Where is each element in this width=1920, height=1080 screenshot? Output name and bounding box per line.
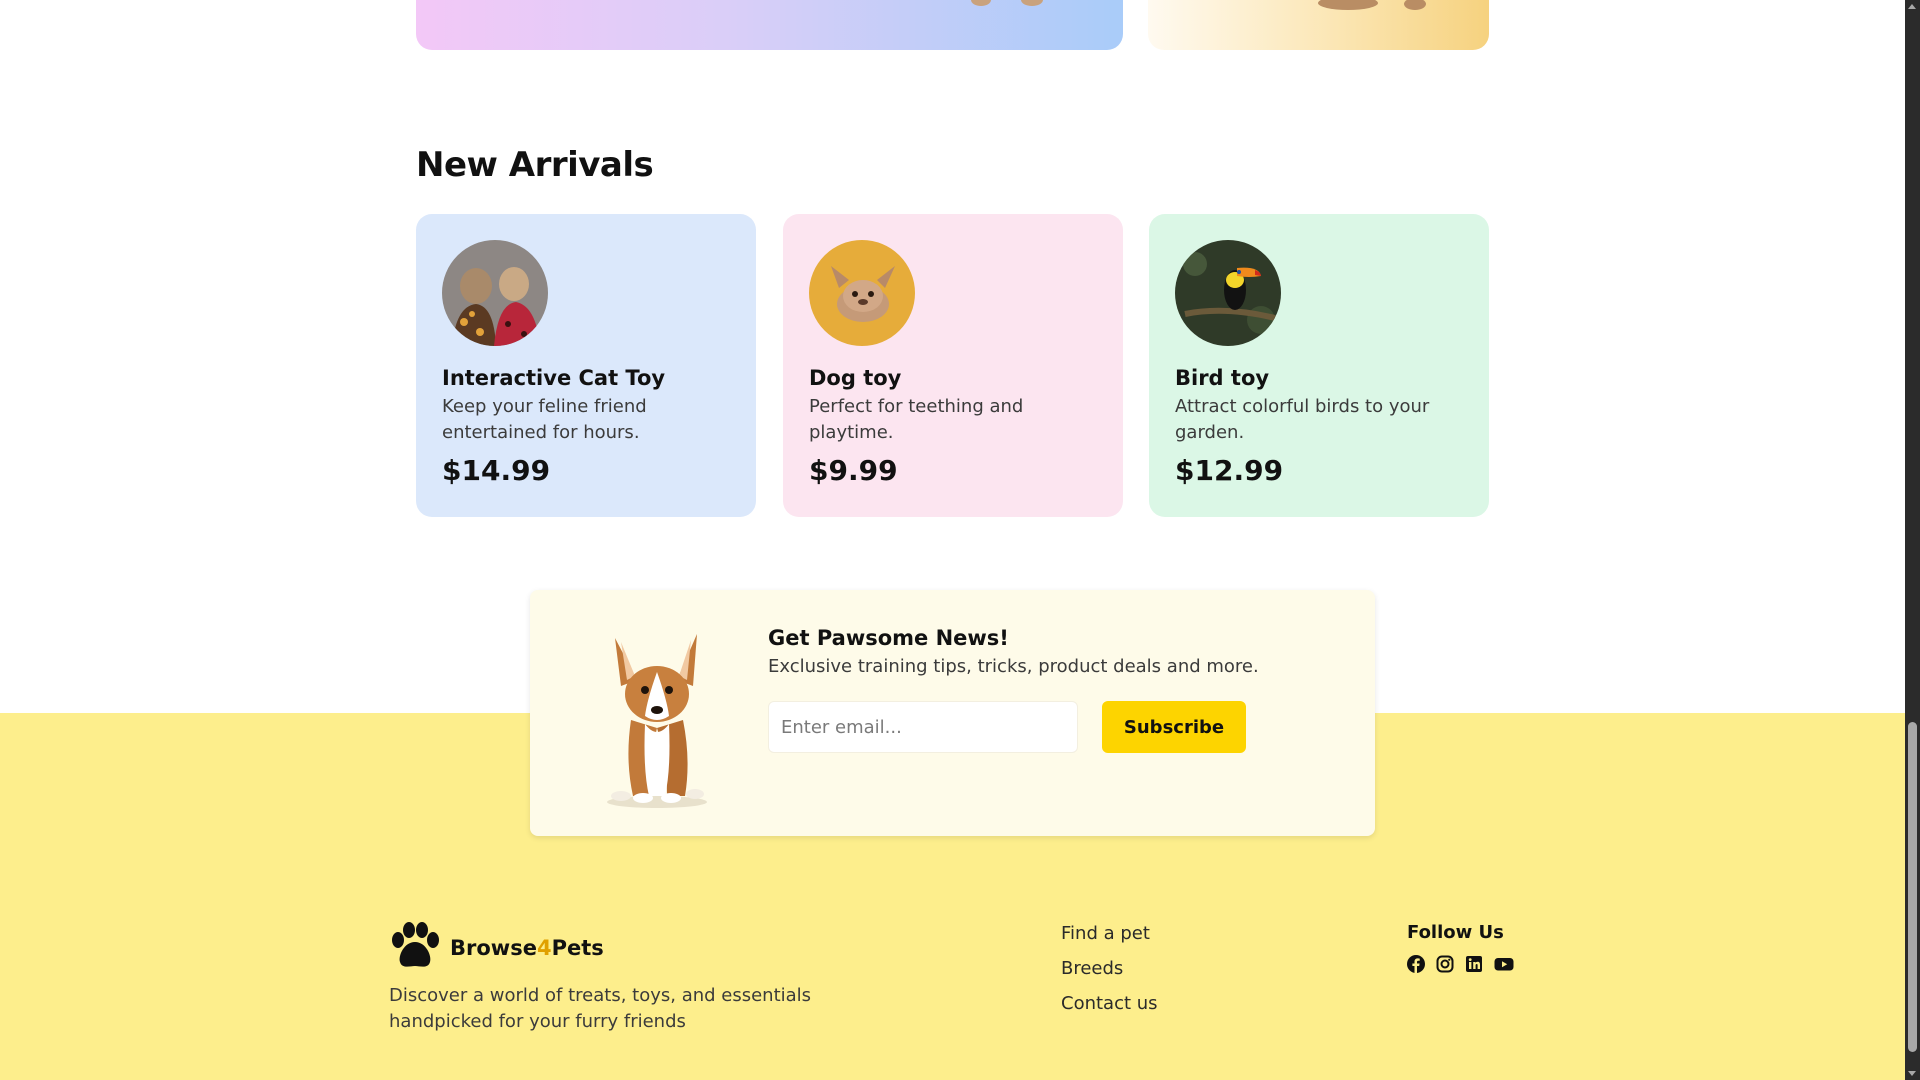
youtube-icon[interactable] [1494,955,1514,973]
paw-icon [388,922,442,974]
follow-us: Follow Us [1407,922,1514,973]
product-price: $12.99 [1175,454,1284,487]
follow-us-heading: Follow Us [1407,922,1504,943]
product-price: $14.99 [442,454,551,487]
newsletter-box: Get Pawsome News! Exclusive training tip… [530,590,1375,836]
pet-image-fragment [1404,0,1426,10]
product-image-dog-toy [809,240,915,346]
subscribe-button[interactable]: Subscribe [1102,701,1246,753]
promo-banner-left[interactable] [416,0,1123,50]
newsletter-subtitle: Exclusive training tips, tricks, product… [768,656,1259,677]
product-card[interactable]: Dog toy Perfect for teething and playtim… [783,214,1123,517]
social-icons [1407,955,1514,973]
page-scrollbar[interactable] [1905,0,1920,1080]
product-card[interactable]: Interactive Cat Toy Keep your feline fri… [416,214,756,517]
product-card[interactable]: Bird toy Attract colorful birds to your … [1149,214,1489,517]
brand-name-number: 4 [536,936,552,960]
facebook-icon[interactable] [1407,955,1425,973]
newsletter-title: Get Pawsome News! [768,626,1009,650]
scroll-up-icon[interactable] [1908,4,1916,9]
product-name: Interactive Cat Toy [442,366,666,390]
brand-name-part: Pets [551,936,604,960]
scrollbar-thumb[interactable] [1908,722,1917,1052]
product-description: Attract colorful birds to your garden. [1175,396,1430,443]
product-name: Dog toy [809,366,902,390]
section-title-new-arrivals: New Arrivals [416,145,654,185]
footer-link-breeds[interactable]: Breeds [1061,957,1158,980]
email-input[interactable] [768,701,1078,753]
product-name: Bird toy [1175,366,1270,390]
pet-image-fragment [971,0,991,6]
brand-description: Discover a world of treats, toys, and es… [389,985,812,1032]
footer-link-contact-us[interactable]: Contact us [1061,992,1158,1015]
instagram-icon[interactable] [1436,955,1454,973]
scroll-down-icon[interactable] [1908,1071,1916,1076]
linkedin-icon[interactable] [1465,955,1483,973]
brand-name: Browse4Pets [450,936,604,960]
pet-image-fragment [1021,0,1043,6]
product-image-cat-toy [442,240,548,346]
corgi-puppy-image [585,620,725,810]
brand-logo[interactable]: Browse4Pets [388,922,604,974]
page: New Arrivals Interactive Cat Toy Keep yo… [0,0,1905,1080]
promo-banner-right[interactable] [1148,0,1489,50]
pet-image-fragment [1318,0,1378,10]
footer-links: Find a pet Breeds Contact us [1061,922,1158,1027]
footer-link-find-a-pet[interactable]: Find a pet [1061,922,1158,945]
product-description: Keep your feline friend entertained for … [442,396,647,443]
product-image-bird-toy [1175,240,1281,346]
product-price: $9.99 [809,454,898,487]
brand-name-part: Browse [450,936,537,960]
product-description: Perfect for teething and playtime. [809,396,1024,443]
